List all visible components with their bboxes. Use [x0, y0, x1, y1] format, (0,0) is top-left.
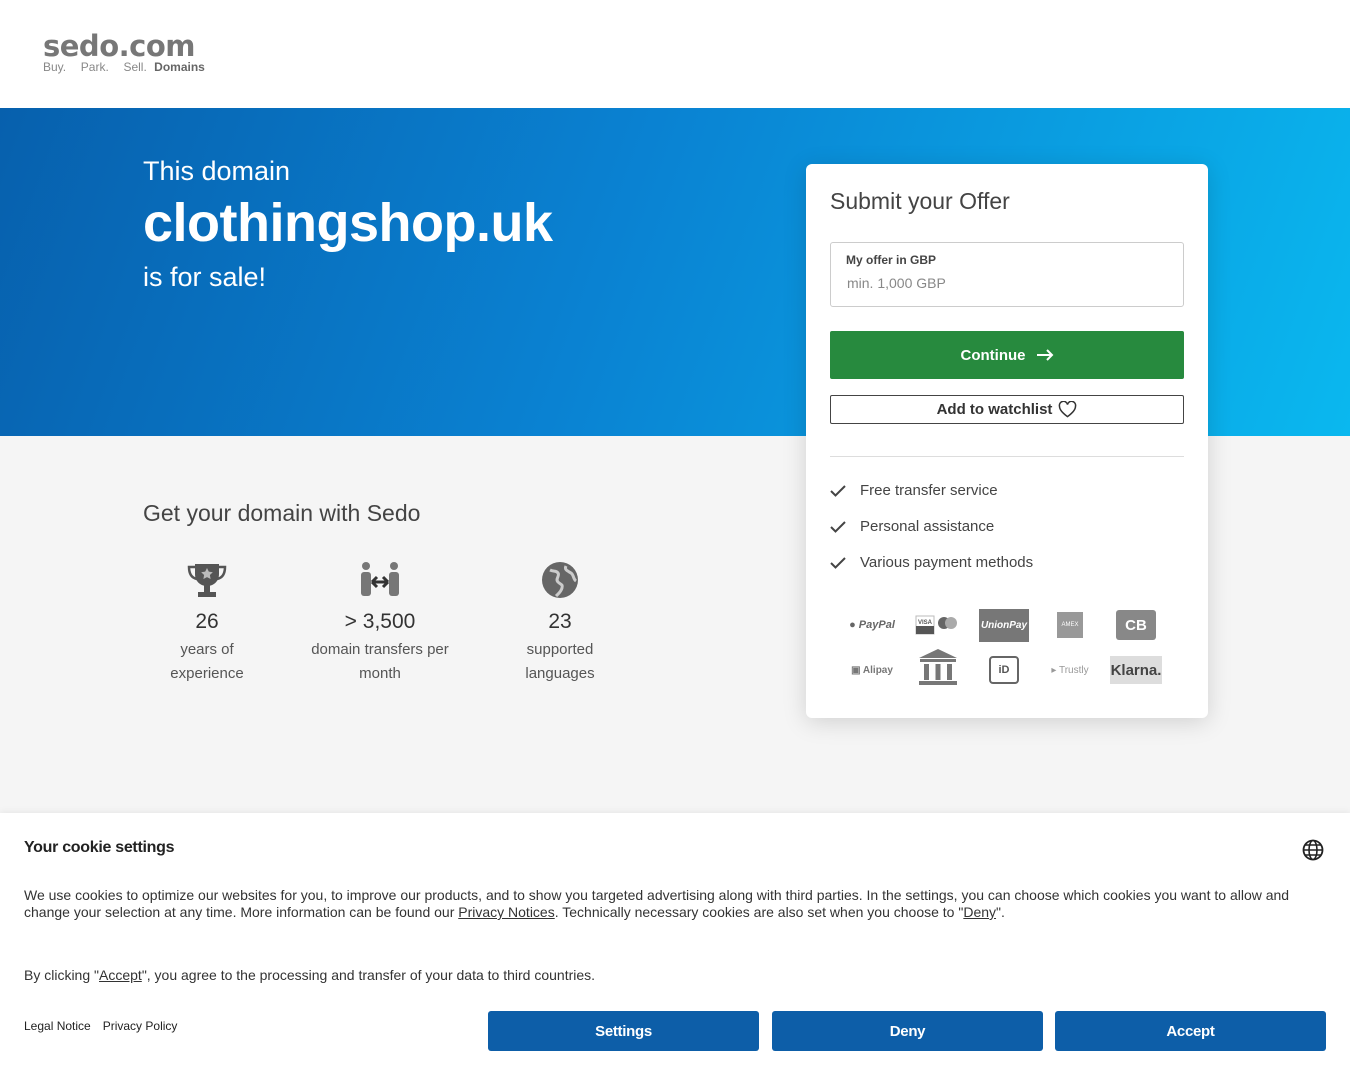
paypal-logo: ● PayPal — [849, 619, 895, 631]
stat-label: supported languages — [525, 641, 595, 682]
ideal-logo: iD — [978, 653, 1030, 687]
stat-label: years of experience — [170, 641, 244, 682]
watchlist-label: Add to watchlist — [936, 401, 1053, 418]
trustly-logo: ▸ Trustly — [1051, 664, 1089, 676]
cookie-title: Your cookie settings — [24, 839, 175, 856]
cookie-text-part: ". — [996, 904, 1005, 920]
accept-link[interactable]: Accept — [99, 967, 142, 983]
cookie-text-part: . Technically necessary cookies are also… — [554, 904, 964, 920]
privacy-notices-link[interactable]: Privacy Notices — [458, 904, 554, 920]
bank-transfer-icon — [912, 649, 964, 685]
unionpay-text: UnionPay — [979, 608, 1029, 642]
offer-input[interactable] — [845, 273, 1169, 293]
globe-icon — [538, 560, 582, 604]
sedo-logo[interactable]: sedo.com Buy. Park. Sell. Domains — [43, 30, 205, 74]
cookie-banner: Your cookie settings We use cookies to o… — [0, 813, 1350, 1075]
tagline-bold: Domains — [154, 60, 205, 74]
continue-label: Continue — [960, 346, 1026, 364]
cookie-consent-note: By clicking "Accept", you agree to the p… — [24, 967, 595, 983]
stat-transfers: > 3,500 domain transfers per month — [305, 560, 455, 686]
check-icon — [830, 520, 846, 533]
cookie-text-part: By clicking " — [24, 967, 99, 983]
cookie-text-part: ", you agree to the processing and trans… — [141, 967, 596, 983]
trophy-icon — [185, 560, 229, 604]
benefit-item: Personal assistance — [830, 518, 994, 535]
domain-name: clothingshop.uk — [143, 193, 553, 253]
cookie-deny-button[interactable]: Deny — [772, 1011, 1043, 1051]
legal-notice-link[interactable]: Legal Notice — [24, 1019, 91, 1033]
stat-value: > 3,500 — [344, 610, 416, 633]
logo-tagline: Buy. Park. Sell. Domains — [43, 60, 205, 74]
card-divider — [830, 456, 1184, 457]
benefit-text: Free transfer service — [860, 482, 998, 499]
logo-wordmark: sedo.com — [43, 29, 195, 63]
cb-logo: CB — [1110, 608, 1162, 642]
cookie-footer-links: Legal Notice Privacy Policy — [24, 1019, 177, 1033]
stat-value: 23 — [548, 610, 572, 633]
offer-field[interactable]: My offer in GBP — [830, 242, 1184, 307]
hero-posttext: is for sale! — [143, 262, 267, 292]
offer-card: Submit your Offer My offer in GBP Contin… — [806, 164, 1208, 718]
privacy-policy-link[interactable]: Privacy Policy — [103, 1019, 178, 1033]
heart-icon — [1059, 401, 1077, 418]
tagline-plain: Buy. Park. Sell. — [43, 60, 147, 74]
benefit-item: Free transfer service — [830, 482, 998, 499]
amex-logo: AMEX — [1044, 608, 1096, 642]
unionpay-logo: UnionPay — [978, 608, 1030, 642]
offer-field-label: My offer in GBP — [846, 253, 937, 267]
klarna-logo: Klarna. — [1110, 653, 1162, 687]
deny-link[interactable]: Deny — [963, 904, 996, 920]
trustly-text: Trustly — [1058, 664, 1089, 676]
visa-mastercard-logo: VISA — [912, 608, 964, 642]
benefit-text: Personal assistance — [860, 518, 995, 535]
cookie-settings-button[interactable]: Settings — [488, 1011, 759, 1051]
benefit-text: Various payment methods — [860, 554, 1034, 571]
stat-value: 26 — [195, 610, 219, 633]
stat-languages: 23 supported languages — [515, 560, 605, 686]
visa-text: VISA — [918, 620, 933, 626]
stat-label: domain transfers per month — [311, 641, 449, 682]
check-icon — [830, 484, 846, 497]
cb-text: CB — [1116, 610, 1156, 640]
alipay-text: Alipay — [862, 664, 893, 676]
hero-pretext: This domain — [143, 156, 291, 186]
alipay-logo: ▣ Alipay — [851, 664, 893, 676]
cookie-accept-button[interactable]: Accept — [1055, 1011, 1326, 1051]
ideal-text: iD — [989, 656, 1019, 684]
add-to-watchlist-button[interactable]: Add to watchlist — [830, 395, 1184, 424]
stat-experience: 26 years of experience — [157, 560, 257, 686]
cookie-description: We use cookies to optimize our websites … — [24, 887, 1314, 921]
arrow-right-icon — [1036, 349, 1053, 361]
features-title: Get your domain with Sedo — [143, 500, 421, 526]
offer-card-title: Submit your Offer — [830, 188, 1010, 214]
benefit-item: Various payment methods — [830, 554, 1033, 571]
site-header: sedo.com Buy. Park. Sell. Domains — [0, 0, 1350, 108]
paypal-text: PayPal — [858, 619, 895, 631]
continue-button[interactable]: Continue — [830, 331, 1184, 379]
transfer-icon — [358, 560, 402, 604]
language-globe-icon[interactable] — [1302, 839, 1324, 866]
check-icon — [830, 556, 846, 569]
klarna-text: Klarna. — [1110, 656, 1162, 684]
amex-text: AMEX — [1057, 612, 1083, 638]
